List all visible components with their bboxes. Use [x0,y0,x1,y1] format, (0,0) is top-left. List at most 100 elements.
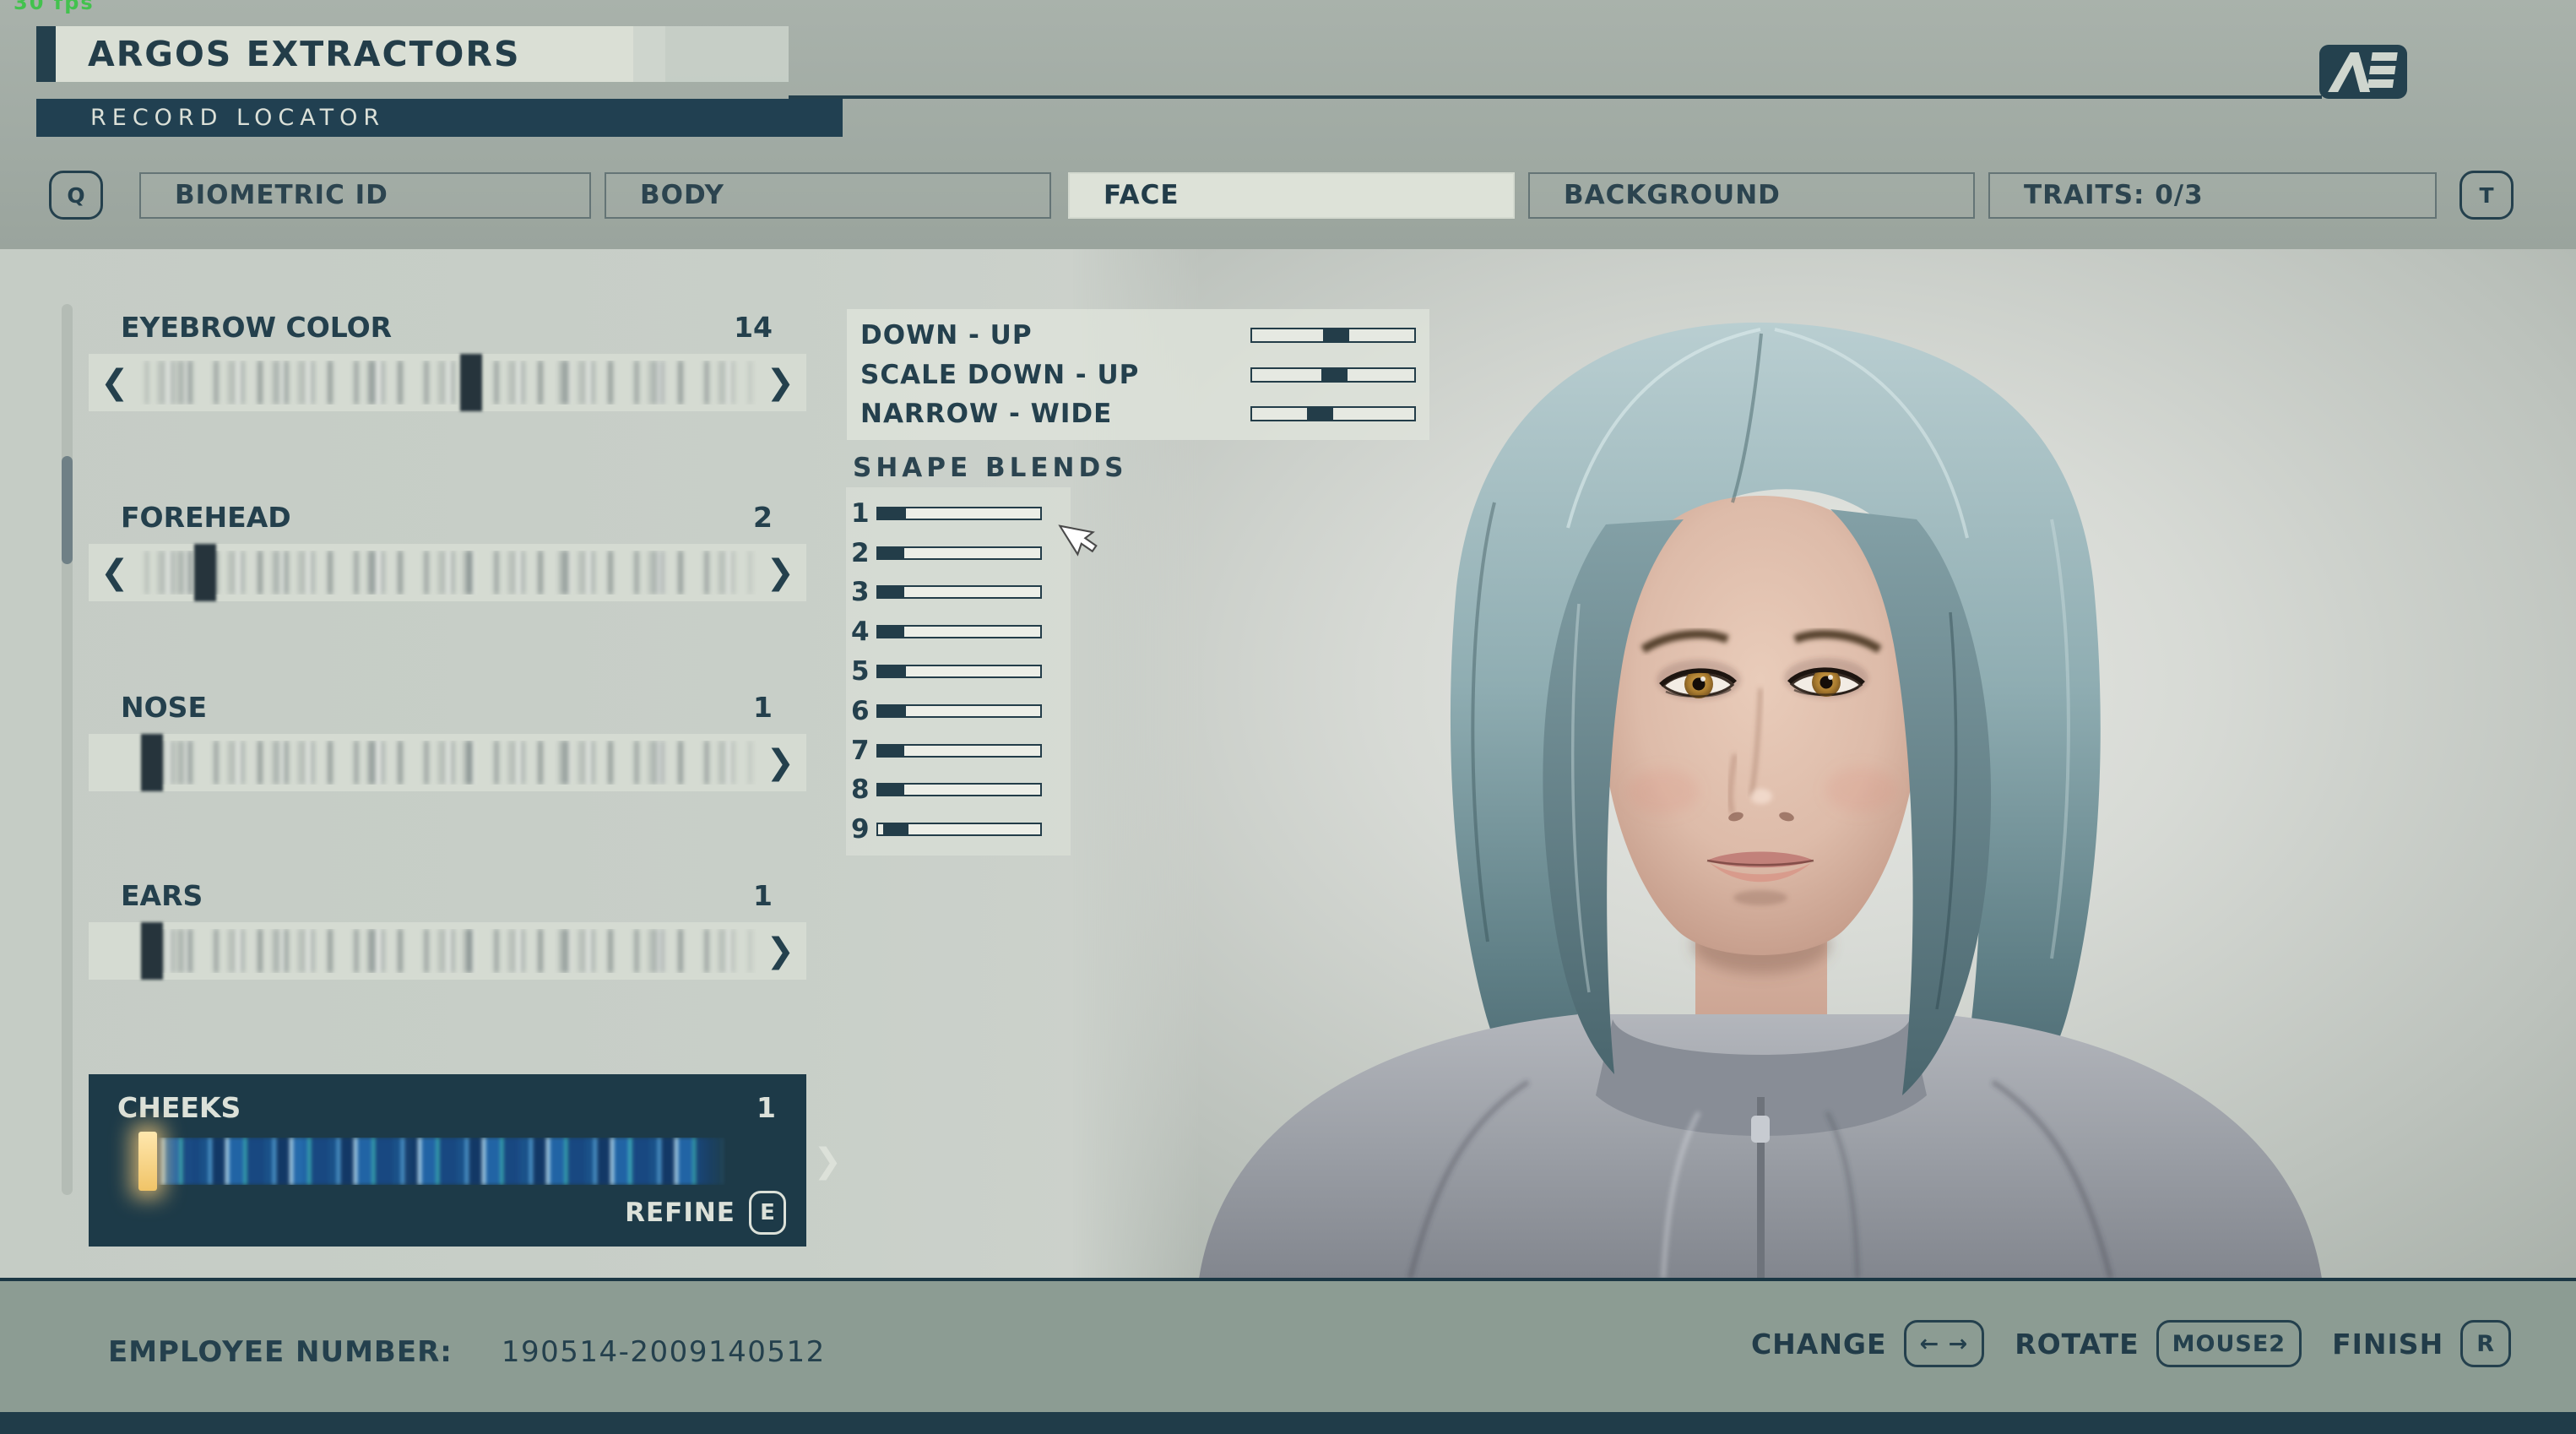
morph-row-scale-down-up: SCALE DOWN - UP [847,360,1429,390]
tab-background[interactable]: BACKGROUND [1528,172,1975,219]
shape-blend-row-9: 9 [851,814,1071,845]
shape-blend-number: 5 [851,656,876,687]
action-key-finish[interactable]: R [2460,1320,2511,1367]
shape-blend-fill [878,785,904,795]
action-finish: FINISHR [2332,1320,2511,1367]
shape-blend-fill [883,824,909,834]
mouse-cursor-icon [1060,515,1099,561]
feature-value: 14 [734,311,773,344]
barcode-strip[interactable] [138,361,757,405]
morph-handle[interactable] [1321,369,1348,381]
barcode-strip[interactable] [138,741,757,785]
page-title: ARGOS EXTRACTORS [56,26,665,82]
morph-label: NARROW - WIDE [860,399,1250,429]
feature-value: 1 [753,691,773,724]
shape-blend-slider-4[interactable] [876,625,1042,638]
action-rotate: ROTATE MOUSE2 [2015,1320,2302,1367]
feature-slider-forehead[interactable]: ❮❯ [89,544,806,601]
employee-number-label: EMPLOYEE NUMBER: [108,1335,453,1369]
shape-blend-row-7: 7 [851,736,1071,766]
morph-row-narrow-wide: NARROW - WIDE [847,399,1429,429]
face-morph-panel: DOWN - UP SCALE DOWN - UP NARROW - WIDE [847,309,1429,440]
shape-blend-slider-3[interactable] [876,585,1042,599]
barcode-texture [138,929,757,973]
morph-handle[interactable] [1323,329,1349,341]
shape-blends-panel: 123456789 [846,487,1071,856]
barcode-strip[interactable] [138,929,757,973]
barcode-cursor[interactable] [141,734,163,791]
feature-slider-eyebrow-color[interactable]: ❮❯ [89,354,806,411]
morph-slider-down-up[interactable] [1250,328,1416,343]
tab-face[interactable]: FACE [1068,172,1515,219]
chevron-right-icon[interactable]: ❯ [766,556,794,589]
next-tab-key[interactable]: T [2459,171,2514,220]
shape-blend-slider-9[interactable] [876,823,1042,836]
shape-blend-fill [878,548,904,558]
barcode-cursor[interactable] [138,1132,157,1191]
barcode-cursor[interactable] [194,544,216,601]
shape-blend-fill [878,666,906,676]
action-key-rotate[interactable]: MOUSE2 [2156,1320,2302,1367]
shape-blend-slider-1[interactable] [876,507,1042,520]
chevron-right-icon[interactable]: ❯ [766,934,794,968]
feature-row-cheeks: CHEEKS1❯REFINEE [89,1074,806,1247]
shape-blend-number: 2 [851,538,876,568]
action-label: CHANGE [1751,1328,1887,1361]
footer-actions: CHANGE ← → ROTATE MOUSE2 FINISHR [1751,1320,2511,1367]
morph-slider-scale-down-up[interactable] [1250,367,1416,383]
header-rule [789,95,2322,99]
chevron-right-icon[interactable]: ❯ [766,366,794,399]
barcode-strip[interactable] [138,551,757,595]
refine-key[interactable]: E [749,1191,786,1235]
feature-slider-ears[interactable]: ❯ [89,922,806,980]
shape-blend-slider-7[interactable] [876,744,1042,758]
shape-blend-fill [878,508,906,519]
fps-counter: 30 fps [14,0,95,14]
feature-row-nose: NOSE1❯ [46,691,806,791]
employee-number-value: 190514-2009140512 [502,1335,826,1369]
shape-blend-row-2: 2 [851,538,1071,568]
barcode-texture [138,741,757,785]
morph-slider-narrow-wide[interactable] [1250,406,1416,421]
feature-slider-cheeks[interactable]: ❯ [136,1136,727,1187]
barcode-cursor[interactable] [460,354,482,411]
shape-blend-slider-8[interactable] [876,783,1042,796]
morph-label: SCALE DOWN - UP [860,360,1250,390]
shape-blend-fill [878,706,906,716]
shape-blend-fill [878,746,904,756]
refine-control[interactable]: REFINEE [625,1191,786,1235]
feature-row-eyebrow-color: EYEBROW COLOR14❮❯ [46,311,806,411]
footer-bar: EMPLOYEE NUMBER: 190514-2009140512 CHANG… [0,1278,2576,1434]
feature-value: 2 [753,501,773,534]
tab-body[interactable]: BODY [605,172,1051,219]
shape-blend-number: 9 [851,814,876,845]
tab-traits-0-3[interactable]: TRAITS: 0/3 [1988,172,2437,219]
shape-blend-slider-6[interactable] [876,704,1042,718]
chevron-left-icon[interactable]: ❮ [100,556,129,589]
barcode-texture [138,551,757,595]
shape-blend-slider-2[interactable] [876,546,1042,560]
title-extension [633,26,789,82]
feature-value: 1 [757,1091,776,1124]
shape-blend-row-3: 3 [851,577,1071,607]
shape-blend-fill [878,627,904,637]
action-key-change[interactable]: ← → [1904,1320,1985,1367]
action-label: ROTATE [2015,1328,2139,1361]
shape-blend-row-1: 1 [851,498,1071,529]
feature-slider-nose[interactable]: ❯ [89,734,806,791]
morph-handle[interactable] [1307,408,1333,420]
title-accent-block [36,26,56,82]
tab-biometric-id[interactable]: BIOMETRIC ID [139,172,591,219]
barcode-cursor[interactable] [141,922,163,980]
action-change: CHANGE ← → [1751,1320,1984,1367]
chevron-right-icon[interactable]: ❯ [766,746,794,779]
shape-blend-row-4: 4 [851,617,1071,647]
shape-blend-slider-5[interactable] [876,665,1042,678]
barcode-strip[interactable] [136,1138,727,1185]
shape-blend-row-5: 5 [851,656,1071,687]
morph-label: DOWN - UP [860,320,1250,350]
prev-tab-key[interactable]: Q [49,171,103,220]
chevron-left-icon[interactable]: ❮ [100,366,129,399]
morph-row-down-up: DOWN - UP [847,320,1429,350]
chevron-right-icon[interactable]: ❯ [813,1144,842,1178]
